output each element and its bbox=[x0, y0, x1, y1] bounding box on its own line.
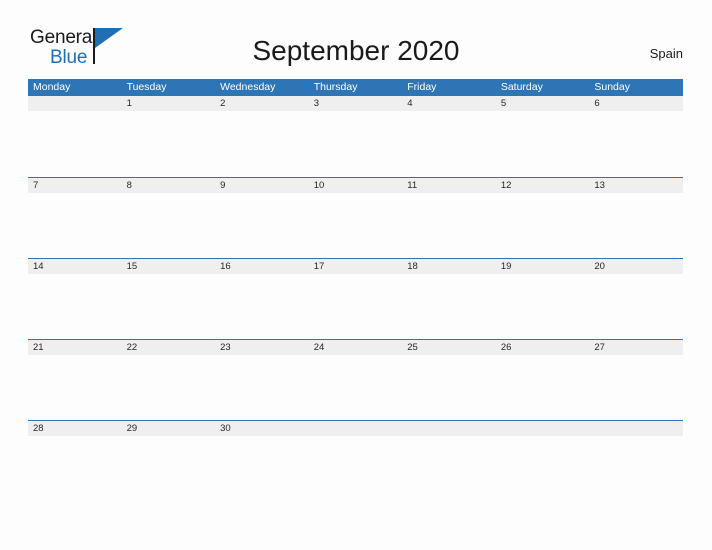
week-row: 14 15 16 17 18 19 20 bbox=[28, 258, 683, 339]
day-note-space[interactable] bbox=[589, 436, 683, 501]
day-cell-date[interactable]: 17 bbox=[309, 259, 403, 274]
dow-wednesday: Wednesday bbox=[220, 81, 276, 93]
day-note-space[interactable] bbox=[589, 274, 683, 339]
day-cell-date[interactable]: 28 bbox=[28, 421, 122, 436]
dow-monday: Monday bbox=[33, 81, 71, 93]
day-note-space[interactable] bbox=[402, 274, 496, 339]
week-date-band: 1 2 3 4 5 6 bbox=[28, 96, 683, 111]
day-note-space[interactable] bbox=[402, 436, 496, 501]
week-note-area bbox=[28, 193, 683, 258]
week-date-band: 21 22 23 24 25 26 27 bbox=[28, 340, 683, 355]
day-note-space[interactable] bbox=[589, 193, 683, 258]
day-cell-date[interactable]: 29 bbox=[122, 421, 216, 436]
day-note-space[interactable] bbox=[309, 436, 403, 501]
day-of-week-header: Monday Tuesday Wednesday Thursday Friday… bbox=[28, 79, 683, 96]
day-cell-date[interactable] bbox=[496, 421, 590, 436]
week-date-band: 28 29 30 bbox=[28, 421, 683, 436]
day-note-space[interactable] bbox=[28, 436, 122, 501]
page-title: September 2020 bbox=[252, 35, 460, 66]
day-cell-date[interactable]: 6 bbox=[589, 96, 683, 111]
day-note-space[interactable] bbox=[496, 355, 590, 420]
week-date-band: 7 8 9 10 11 12 13 bbox=[28, 178, 683, 193]
day-note-space[interactable] bbox=[215, 111, 309, 176]
country-label: Spain bbox=[649, 46, 683, 61]
dow-saturday: Saturday bbox=[500, 81, 543, 93]
week-note-area bbox=[28, 274, 683, 339]
day-cell-date[interactable]: 3 bbox=[309, 96, 403, 111]
day-cell-date[interactable]: 26 bbox=[496, 340, 590, 355]
day-cell-date[interactable]: 2 bbox=[215, 96, 309, 111]
day-note-space[interactable] bbox=[496, 111, 590, 176]
day-note-space[interactable] bbox=[496, 274, 590, 339]
week-row: 28 29 30 bbox=[28, 420, 683, 501]
day-cell-date[interactable]: 12 bbox=[496, 178, 590, 193]
week-row: 7 8 9 10 11 12 13 bbox=[28, 177, 683, 258]
day-note-space[interactable] bbox=[215, 193, 309, 258]
week-note-area bbox=[28, 355, 683, 420]
day-note-space[interactable] bbox=[28, 274, 122, 339]
day-note-space[interactable] bbox=[496, 193, 590, 258]
day-cell-date[interactable]: 19 bbox=[496, 259, 590, 274]
dow-tuesday: Tuesday bbox=[126, 81, 167, 93]
page-header: General Blue September 2020 Spain bbox=[0, 0, 712, 79]
day-note-space[interactable] bbox=[215, 436, 309, 501]
day-cell-date[interactable]: 15 bbox=[122, 259, 216, 274]
day-cell-date[interactable]: 21 bbox=[28, 340, 122, 355]
day-note-space[interactable] bbox=[28, 111, 122, 176]
day-cell-date[interactable]: 11 bbox=[402, 178, 496, 193]
day-cell-date[interactable]: 30 bbox=[215, 421, 309, 436]
day-note-space[interactable] bbox=[122, 355, 216, 420]
day-note-space[interactable] bbox=[215, 274, 309, 339]
day-cell-date[interactable]: 27 bbox=[589, 340, 683, 355]
day-cell-date[interactable]: 10 bbox=[309, 178, 403, 193]
day-cell-date[interactable] bbox=[28, 96, 122, 111]
day-cell-date[interactable]: 24 bbox=[309, 340, 403, 355]
day-note-space[interactable] bbox=[122, 436, 216, 501]
day-cell-date[interactable] bbox=[309, 421, 403, 436]
day-cell-date[interactable]: 4 bbox=[402, 96, 496, 111]
day-cell-date[interactable]: 13 bbox=[589, 178, 683, 193]
day-note-space[interactable] bbox=[589, 111, 683, 176]
day-note-space[interactable] bbox=[309, 355, 403, 420]
day-note-space[interactable] bbox=[402, 193, 496, 258]
week-date-band: 14 15 16 17 18 19 20 bbox=[28, 259, 683, 274]
day-cell-date[interactable]: 22 bbox=[122, 340, 216, 355]
day-cell-date[interactable] bbox=[589, 421, 683, 436]
dow-friday: Friday bbox=[407, 81, 437, 93]
day-cell-date[interactable]: 7 bbox=[28, 178, 122, 193]
dow-sunday: Sunday bbox=[594, 81, 630, 93]
day-note-space[interactable] bbox=[309, 111, 403, 176]
week-row: 1 2 3 4 5 6 bbox=[28, 96, 683, 177]
day-note-space[interactable] bbox=[402, 355, 496, 420]
day-note-space[interactable] bbox=[28, 193, 122, 258]
dow-thursday: Thursday bbox=[313, 81, 358, 93]
day-note-space[interactable] bbox=[215, 355, 309, 420]
day-note-space[interactable] bbox=[496, 436, 590, 501]
calendar-grid: Monday Tuesday Wednesday Thursday Friday… bbox=[28, 79, 683, 501]
day-note-space[interactable] bbox=[122, 193, 216, 258]
day-cell-date[interactable]: 1 bbox=[122, 96, 216, 111]
day-cell-date[interactable] bbox=[402, 421, 496, 436]
day-cell-date[interactable]: 25 bbox=[402, 340, 496, 355]
day-cell-date[interactable]: 16 bbox=[215, 259, 309, 274]
day-note-space[interactable] bbox=[309, 193, 403, 258]
day-note-space[interactable] bbox=[28, 355, 122, 420]
day-cell-date[interactable]: 20 bbox=[589, 259, 683, 274]
day-note-space[interactable] bbox=[402, 111, 496, 176]
day-cell-date[interactable]: 9 bbox=[215, 178, 309, 193]
week-note-area bbox=[28, 436, 683, 501]
day-cell-date[interactable]: 5 bbox=[496, 96, 590, 111]
day-note-space[interactable] bbox=[122, 111, 216, 176]
day-note-space[interactable] bbox=[589, 355, 683, 420]
week-row: 21 22 23 24 25 26 27 bbox=[28, 339, 683, 420]
day-cell-date[interactable]: 14 bbox=[28, 259, 122, 274]
week-note-area bbox=[28, 111, 683, 176]
day-note-space[interactable] bbox=[309, 274, 403, 339]
day-cell-date[interactable]: 8 bbox=[122, 178, 216, 193]
day-cell-date[interactable]: 23 bbox=[215, 340, 309, 355]
calendar-page: General Blue September 2020 Spain Monday… bbox=[0, 0, 712, 550]
day-cell-date[interactable]: 18 bbox=[402, 259, 496, 274]
day-note-space[interactable] bbox=[122, 274, 216, 339]
